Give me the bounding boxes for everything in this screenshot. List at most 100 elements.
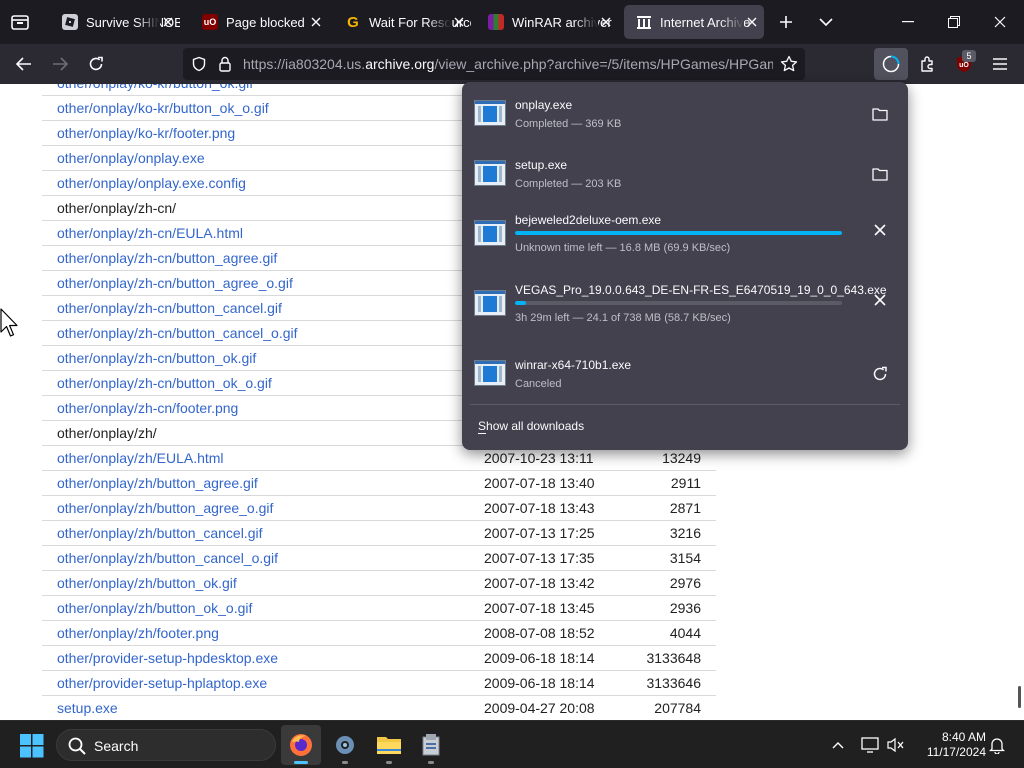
system-clock[interactable]: 8:40 AM 11/17/2024 [916,730,986,760]
file-link[interactable]: other/onplay/zh-cn/button_cancel_o.gif [57,325,298,341]
bookmark-star-icon[interactable] [779,54,799,74]
download-item[interactable]: VEGAS_Pro_19.0.0.643_DE-EN-FR-ES_E647051… [462,272,908,332]
download-item[interactable]: setup.exe Completed — 203 KB [462,142,908,202]
file-link[interactable]: other/onplay/zh-cn/button_ok_o.gif [57,375,272,391]
download-item[interactable]: winrar-x64-710b1.exe Canceled [462,342,908,402]
file-link[interactable]: other/onplay/ko-kr/button_ok_o.gif [57,100,269,116]
restore-window-icon[interactable] [940,8,968,36]
page-scrollbar-thumb[interactable] [1018,686,1021,708]
file-link[interactable]: other/onplay/zh-cn/button_cancel.gif [57,300,282,316]
file-link[interactable]: other/onplay/onplay.exe.config [57,175,246,191]
download-status: 3h 29m left — 24.1 of 738 MB (58.7 KB/se… [515,312,731,324]
file-link[interactable]: other/onplay/ko-kr/button_ok.gif [57,84,253,91]
file-link[interactable]: setup.exe [57,700,118,716]
ublock-icon: uO [202,14,218,30]
taskbar-firefox-icon[interactable] [281,725,321,765]
extensions-puzzle-icon[interactable] [914,50,942,78]
retry-icon[interactable] [866,360,894,388]
taskbar-file-explorer-icon[interactable] [369,725,409,765]
close-tab-icon[interactable] [451,14,467,30]
forward-arrow-icon[interactable] [46,50,74,78]
cancel-icon[interactable] [866,216,894,244]
file-link[interactable]: other/onplay/zh-cn/EULA.html [57,225,243,241]
close-tab-icon[interactable] [160,14,176,30]
file-link[interactable]: other/onplay/zh/button_cancel_o.gif [57,550,278,566]
firefox-view-icon[interactable] [8,11,32,33]
directory-name: other/onplay/zh/ [57,425,157,441]
close-tab-icon[interactable] [598,14,614,30]
file-link[interactable]: other/onplay/zh/button_agree.gif [57,475,258,491]
exe-file-icon [474,220,506,246]
file-link[interactable]: other/onplay/zh-cn/button_ok.gif [57,350,256,366]
file-link[interactable]: other/onplay/zh/button_ok_o.gif [57,600,252,616]
reload-icon[interactable] [82,50,110,78]
file-link[interactable]: other/onplay/zh/button_ok.gif [57,575,237,591]
file-link[interactable]: other/onplay/zh-cn/button_agree.gif [57,250,277,266]
minimize-window-icon[interactable] [894,8,922,36]
roblox-icon [62,14,78,30]
file-link[interactable]: other/onplay/zh/EULA.html [57,450,224,466]
tab-winrar-archiver[interactable]: WinRAR archiver [476,5,618,39]
windows-start-icon[interactable] [20,734,44,758]
padlock-icon[interactable] [215,54,235,74]
taskbar-search-box[interactable]: Search [56,729,276,761]
file-link[interactable]: other/onplay/zh-cn/footer.png [57,400,238,416]
file-link[interactable]: other/onplay/zh-cn/button_agree_o.gif [57,275,293,291]
tab-survive-shinobi[interactable]: Survive SHINOBI [50,5,180,39]
file-link[interactable]: other/onplay/zh/button_cancel.gif [57,525,262,541]
exe-file-icon [474,160,506,186]
close-tab-icon[interactable] [744,14,760,30]
file-date: 2007-07-18 13:45 [484,600,595,616]
file-date: 2009-06-18 18:14 [484,675,595,691]
tracking-protection-shield-icon[interactable] [189,54,209,74]
network-display-icon[interactable] [858,733,882,757]
file-size: 207784 [654,700,701,716]
show-all-downloads-link[interactable]: Show all downloads [478,419,584,434]
tab-internet-archive[interactable]: Internet Archive [624,5,764,39]
download-filename: onplay.exe [515,98,573,112]
url-text[interactable]: https://ia803204.us.archive.org/view_arc… [243,56,773,72]
taskbar-installer-app-icon[interactable] [411,725,451,765]
close-tab-icon[interactable] [308,14,324,30]
g-letter-icon: G [347,13,359,31]
file-link[interactable]: other/onplay/zh/button_agree_o.gif [57,500,273,516]
file-link[interactable]: other/onplay/ko-kr/footer.png [57,125,235,141]
taskbar-settings-icon[interactable] [325,725,365,765]
file-link[interactable]: other/provider-setup-hplaptop.exe [57,675,267,691]
notification-bell-icon[interactable] [985,733,1009,757]
folder-icon[interactable] [866,160,894,188]
download-item[interactable]: onplay.exe Completed — 369 KB [462,82,908,142]
close-window-icon[interactable] [986,8,1014,36]
back-arrow-icon[interactable] [10,50,38,78]
navigation-toolbar: https://ia803204.us.archive.org/view_arc… [0,44,1024,84]
exe-file-icon [474,290,506,316]
file-link[interactable]: other/provider-setup-hpdesktop.exe [57,650,278,666]
volume-muted-icon[interactable] [884,733,908,757]
hamburger-menu-icon[interactable] [986,50,1014,78]
download-filename: setup.exe [515,158,568,172]
tab-page-blocked[interactable]: uO Page blocked [190,5,328,39]
table-row: other/onplay/zh/button_cancel.gif 2007-07… [42,521,716,546]
download-filename: bejeweled2deluxe-oem.exe [515,213,662,227]
show-hidden-icons-chevron-icon[interactable] [826,733,850,757]
file-link[interactable]: other/onplay/onplay.exe [57,150,205,166]
table-row: other/onplay/zh/button_ok.gif 2007-07-18 … [42,571,716,596]
list-all-tabs-chevron-icon[interactable] [814,10,838,34]
table-row: other/provider-setup-hplaptop.exe 2009-06… [42,671,716,696]
file-date: 2007-07-18 13:42 [484,575,595,591]
download-status: Completed — 369 KB [515,118,622,130]
archive-icon [636,14,652,30]
download-status: Unknown time left — 16.8 MB (69.9 KB/sec… [515,242,731,254]
table-row: other/provider-setup-hpdesktop.exe 2009-0… [42,646,716,671]
downloads-button[interactable] [874,48,908,80]
file-link[interactable]: other/onplay/zh/footer.png [57,625,219,641]
address-bar[interactable]: https://ia803204.us.archive.org/view_arc… [183,48,805,80]
tab-wait-for-resources[interactable]: G Wait For Resources [333,5,471,39]
folder-icon[interactable] [866,100,894,128]
download-item[interactable]: bejeweled2deluxe-oem.exe Unknown time lef… [462,202,908,262]
cancel-icon[interactable] [866,286,894,314]
file-size: 3216 [669,525,701,541]
file-size: 2976 [669,575,701,591]
show-all-downloads-accesskey: S [478,419,487,434]
new-tab-plus-icon[interactable] [774,10,798,34]
